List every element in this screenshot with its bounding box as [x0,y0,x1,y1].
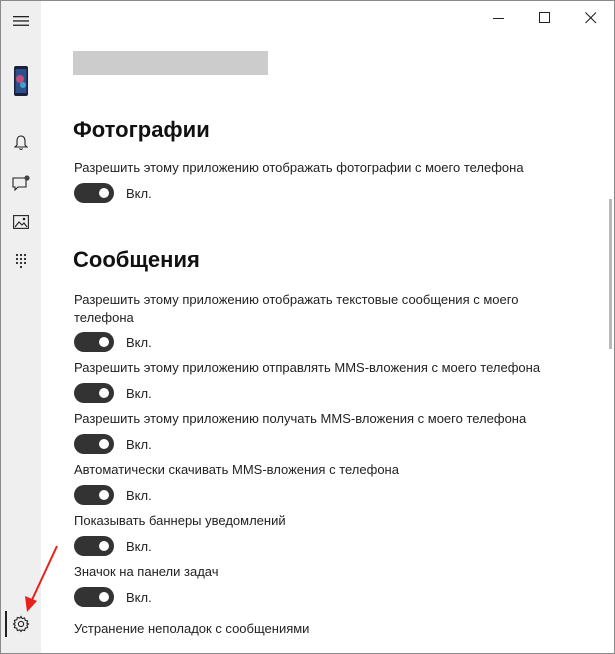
phone-thumbnail[interactable] [1,61,41,101]
maximize-button[interactable] [522,1,568,35]
setting-label-receive-mms: Разрешить этому приложению получать MMS-… [74,411,527,426]
vertical-scrollbar[interactable] [609,199,612,349]
section-title-messages: Сообщения [73,247,200,272]
setting-label-show-messages: Разрешить этому приложению отображать те… [74,292,519,325]
toggle-state-label: Вкл. [126,589,152,605]
setting-label-taskbar-badge: Значок на панели задач [74,564,219,579]
hamburger-menu-icon[interactable] [1,1,41,41]
title-bar [41,1,614,35]
toggle-switch[interactable] [74,434,114,454]
setting-label-auto-download-mms: Автоматически скачивать MMS-вложения с т… [74,462,399,477]
setting-label-send-mms: Разрешить этому приложению отправлять MM… [74,360,541,375]
settings-gear-icon[interactable] [1,604,41,644]
close-icon [585,12,597,24]
toggle-state-label: Вкл. [126,185,152,201]
minimize-button[interactable] [476,1,522,35]
toggle-show-photos[interactable]: Вкл. [74,182,152,204]
section-title-photos: Фотографии [73,117,210,142]
setting-label-show-photos: Разрешить этому приложению отображать фо… [74,160,524,175]
sidebar [1,1,41,653]
toggle-switch[interactable] [74,183,114,203]
toggle-state-label: Вкл. [126,538,152,554]
photos-icon[interactable] [1,202,41,242]
toggle-state-label: Вкл. [126,385,152,401]
selection-indicator [5,611,7,637]
minimize-icon [493,18,504,19]
unread-badge [24,175,30,181]
toggle-switch[interactable] [74,587,114,607]
toggle-receive-mms[interactable]: Вкл. [74,433,152,455]
toggle-taskbar-badge[interactable]: Вкл. [74,586,152,608]
setting-label-notification-banners: Показывать баннеры уведомлений [74,513,286,528]
toggle-notification-banners[interactable]: Вкл. [74,535,152,557]
dialpad-icon[interactable] [1,241,41,281]
toggle-state-label: Вкл. [126,334,152,350]
maximize-icon [539,12,550,23]
toggle-switch[interactable] [74,383,114,403]
toggle-send-mms[interactable]: Вкл. [74,382,152,404]
close-button[interactable] [568,1,614,35]
notifications-bell-icon[interactable] [1,123,41,163]
toggle-switch[interactable] [74,536,114,556]
messages-icon[interactable] [1,163,41,203]
toggle-auto-download-mms[interactable]: Вкл. [74,484,152,506]
app-window: Фотографии Разрешить этому приложению от… [0,0,615,654]
toggle-show-messages[interactable]: Вкл. [74,331,152,353]
toggle-state-label: Вкл. [126,436,152,452]
toggle-switch[interactable] [74,485,114,505]
troubleshoot-messages-link[interactable]: Устранение неполадок с сообщениями [74,621,309,636]
partially-visible-button[interactable] [73,51,268,75]
toggle-switch[interactable] [74,332,114,352]
toggle-state-label: Вкл. [126,487,152,503]
